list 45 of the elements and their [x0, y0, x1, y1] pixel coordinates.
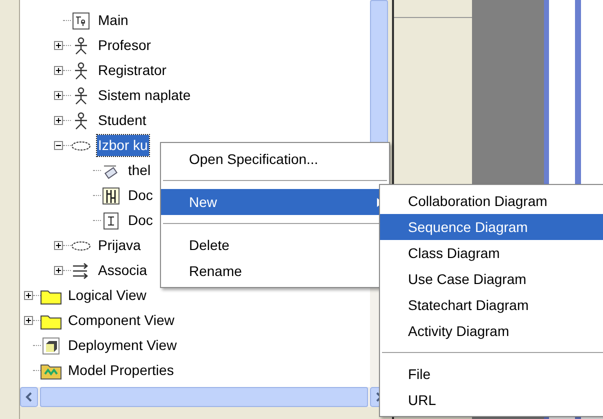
- menu-item[interactable]: URL: [380, 387, 603, 413]
- expand-toggle[interactable]: [54, 141, 63, 150]
- tree-item[interactable]: thel: [127, 160, 152, 181]
- tree-item[interactable]: Model Properties: [67, 360, 175, 381]
- tree-item[interactable]: Doc: [127, 210, 154, 231]
- actor-icon: [74, 86, 88, 104]
- tree-item[interactable]: Doc: [127, 185, 154, 206]
- arrows-icon: [72, 262, 90, 278]
- scroll-left-icon[interactable]: [20, 387, 38, 407]
- diagram-icon: [72, 12, 90, 30]
- expand-toggle[interactable]: [54, 241, 63, 250]
- tree-item[interactable]: Prijava: [97, 235, 142, 256]
- tree-item[interactable]: Main: [97, 10, 130, 31]
- tree-item[interactable]: Sistem naplate: [97, 85, 192, 106]
- menu-item[interactable]: Statechart Diagram: [380, 292, 603, 318]
- expand-toggle[interactable]: [24, 316, 33, 325]
- menu-item[interactable]: Open Specification...: [161, 146, 389, 172]
- actor-icon: [74, 62, 88, 80]
- document-icon: [103, 212, 119, 230]
- tree-item[interactable]: Associa: [97, 260, 148, 281]
- actor-icon: [74, 36, 88, 54]
- menu-item[interactable]: Class Diagram: [380, 240, 603, 266]
- menu-item[interactable]: Activity Diagram: [380, 318, 603, 344]
- menu-item[interactable]: Use Case Diagram: [380, 266, 603, 292]
- menu-item[interactable]: Sequence Diagram: [380, 214, 603, 240]
- ellipse-icon: [71, 240, 91, 250]
- menu-item[interactable]: File: [380, 361, 603, 387]
- tree-item[interactable]: Deployment View: [67, 335, 178, 356]
- tree-item[interactable]: Logical View: [67, 285, 148, 306]
- expand-toggle[interactable]: [54, 91, 63, 100]
- expand-toggle[interactable]: [54, 66, 63, 75]
- tree-item[interactable]: Profesor: [97, 35, 152, 56]
- ellipse-icon: [71, 140, 91, 150]
- expand-toggle[interactable]: [54, 116, 63, 125]
- expand-toggle[interactable]: [24, 291, 33, 300]
- tree-item[interactable]: Component View: [67, 310, 176, 331]
- properties-folder-icon: [40, 362, 62, 380]
- tree-item[interactable]: Registrator: [97, 60, 168, 81]
- tree-item[interactable]: Izbor ku: [97, 135, 149, 156]
- expand-toggle[interactable]: [54, 41, 63, 50]
- sequence-diagram-icon: [102, 186, 120, 204]
- tree-item[interactable]: Student: [97, 110, 148, 131]
- actor-icon: [74, 112, 88, 130]
- cube-icon: [42, 336, 60, 354]
- expand-toggle[interactable]: [54, 266, 63, 275]
